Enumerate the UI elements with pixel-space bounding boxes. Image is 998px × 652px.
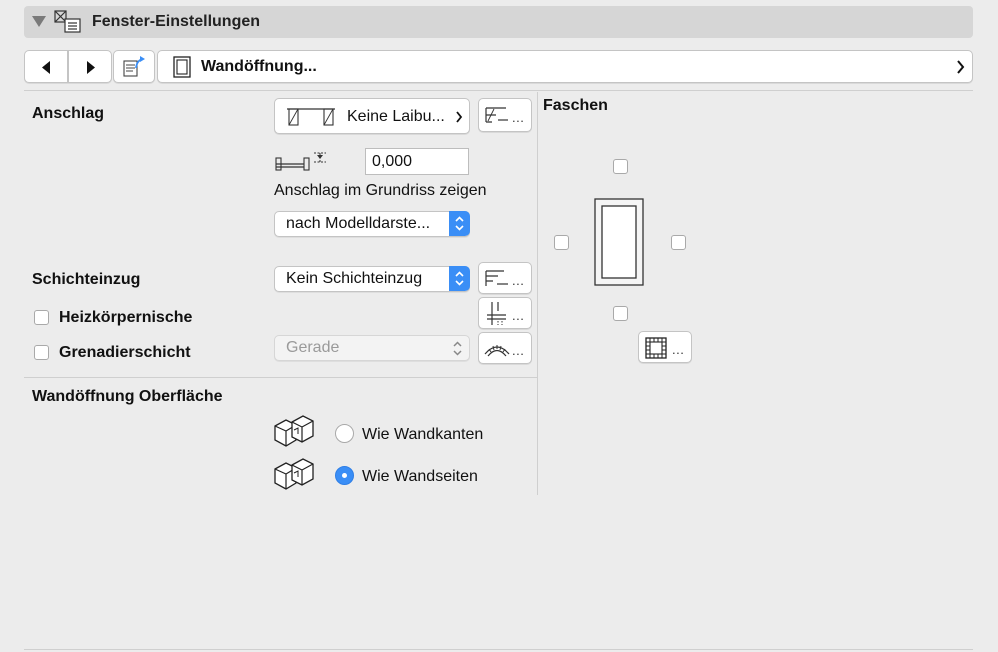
more-ellipsis: ... <box>672 342 685 357</box>
faschen-top-checkbox[interactable] <box>613 159 628 174</box>
heizkoerper-more-button[interactable]: ... <box>478 297 532 329</box>
chevron-left-icon <box>42 61 50 74</box>
schichteinzug-select[interactable]: Kein Schichteinzug <box>274 266 470 292</box>
more-ellipsis: ... <box>512 110 525 125</box>
prev-button[interactable] <box>24 50 68 83</box>
panel-title: Fenster-Einstellungen <box>92 13 261 30</box>
anschlag-display-select[interactable]: nach Modelldarste... <box>274 211 470 237</box>
more-ellipsis: ... <box>512 308 525 323</box>
wall-sides-icon <box>274 458 314 490</box>
section-divider <box>24 377 537 378</box>
wall-edges-icon <box>274 415 314 447</box>
grenadier-checkbox[interactable] <box>34 345 49 360</box>
updown-chevron-icon <box>453 341 462 356</box>
select-stepper <box>449 211 470 236</box>
radio-wandkanten[interactable] <box>335 424 354 443</box>
next-button[interactable] <box>68 50 112 83</box>
reveal-none-icon <box>287 108 335 126</box>
faschen-bottom-checkbox[interactable] <box>613 306 628 321</box>
favorites-icon <box>123 56 145 77</box>
column-divider <box>537 92 538 495</box>
collapse-triangle-icon[interactable] <box>32 16 46 27</box>
grenadier-value: Gerade <box>286 339 340 356</box>
anschlag-show-label: Anschlag im Grundriss zeigen <box>274 182 487 199</box>
window-frame-icon <box>173 56 191 78</box>
grenadier-more-button[interactable]: ... <box>478 332 532 364</box>
reveal-depth-icon <box>275 152 326 171</box>
brick-arch-icon <box>484 345 510 357</box>
updown-chevron-icon <box>455 216 464 231</box>
preset-selector[interactable]: Wandöffnung... <box>157 50 973 83</box>
schichteinzug-value: Kein Schichteinzug <box>286 270 423 287</box>
grenadier-label: Grenadierschicht <box>59 344 191 361</box>
more-ellipsis: ... <box>512 343 525 358</box>
faschen-more-button[interactable]: ... <box>638 331 692 363</box>
anschlag-display-value: nach Modelldarste... <box>286 215 431 232</box>
faschen-label: Faschen <box>543 97 608 114</box>
faschen-right-checkbox[interactable] <box>671 235 686 250</box>
schichteinzug-label: Schichteinzug <box>32 271 141 288</box>
window-settings-icon <box>54 10 82 34</box>
grenadier-select[interactable]: Gerade <box>274 335 470 361</box>
radio-wandkanten-label: Wie Wandkanten <box>362 426 484 443</box>
window-outline-icon <box>594 198 644 286</box>
oberflaeche-label: Wandöffnung Oberfläche <box>32 388 223 405</box>
film-frame-icon <box>645 337 667 359</box>
schichteinzug-more-button[interactable]: ... <box>478 262 532 294</box>
radio-wandseiten[interactable] <box>335 466 354 485</box>
preset-title: Wandöffnung... <box>201 58 317 75</box>
heizkoerper-label: Heizkörpernische <box>59 309 193 326</box>
chevron-right-icon <box>456 111 463 123</box>
anschlag-value-input[interactable]: 0,000 <box>365 148 469 175</box>
faschen-left-checkbox[interactable] <box>554 235 569 250</box>
chevron-right-icon <box>957 60 965 74</box>
panel-header[interactable]: Fenster-Einstellungen <box>24 6 973 38</box>
anschlag-more-button[interactable]: ... <box>478 98 532 132</box>
chevron-right-icon <box>87 61 95 74</box>
favorites-button[interactable] <box>113 50 155 83</box>
updown-chevron-icon <box>455 271 464 286</box>
radiator-niche-icon <box>487 302 506 325</box>
heizkoerper-checkbox[interactable] <box>34 310 49 325</box>
anschlag-value-text: 0,000 <box>372 153 413 170</box>
top-divider <box>24 90 973 91</box>
layer-inset-icon <box>485 270 508 286</box>
anschlag-label: Anschlag <box>32 105 105 122</box>
anschlag-type-label: Keine Laibu... <box>347 108 445 125</box>
reveal-settings-icon <box>485 107 508 123</box>
bottom-divider <box>24 649 973 650</box>
select-stepper <box>449 266 470 291</box>
anschlag-type-button[interactable]: Keine Laibu... <box>274 98 470 134</box>
radio-wandseiten-label: Wie Wandseiten <box>362 468 478 485</box>
more-ellipsis: ... <box>512 273 525 288</box>
